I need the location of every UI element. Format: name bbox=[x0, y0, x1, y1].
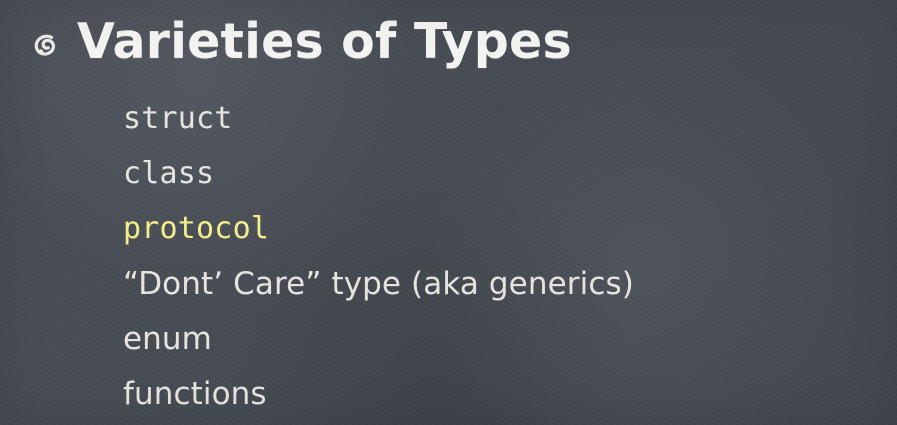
list-item-class: class bbox=[123, 156, 215, 191]
list-item-generics: “Dont’ Care” type (aka generics) bbox=[123, 265, 634, 302]
list-item-struct: struct bbox=[123, 101, 233, 136]
list-item-protocol: protocol bbox=[123, 211, 270, 246]
type-list: struct class protocol “Dont’ Care” type … bbox=[123, 91, 634, 421]
list-item-functions: functions bbox=[123, 375, 267, 412]
chalk-swirl-icon bbox=[34, 34, 56, 56]
list-item-enum: enum bbox=[123, 320, 212, 357]
slide-title: Varieties of Types bbox=[77, 13, 572, 70]
slide: Varieties of Types struct class protocol… bbox=[0, 0, 897, 425]
title-row: Varieties of Types bbox=[30, 17, 572, 66]
